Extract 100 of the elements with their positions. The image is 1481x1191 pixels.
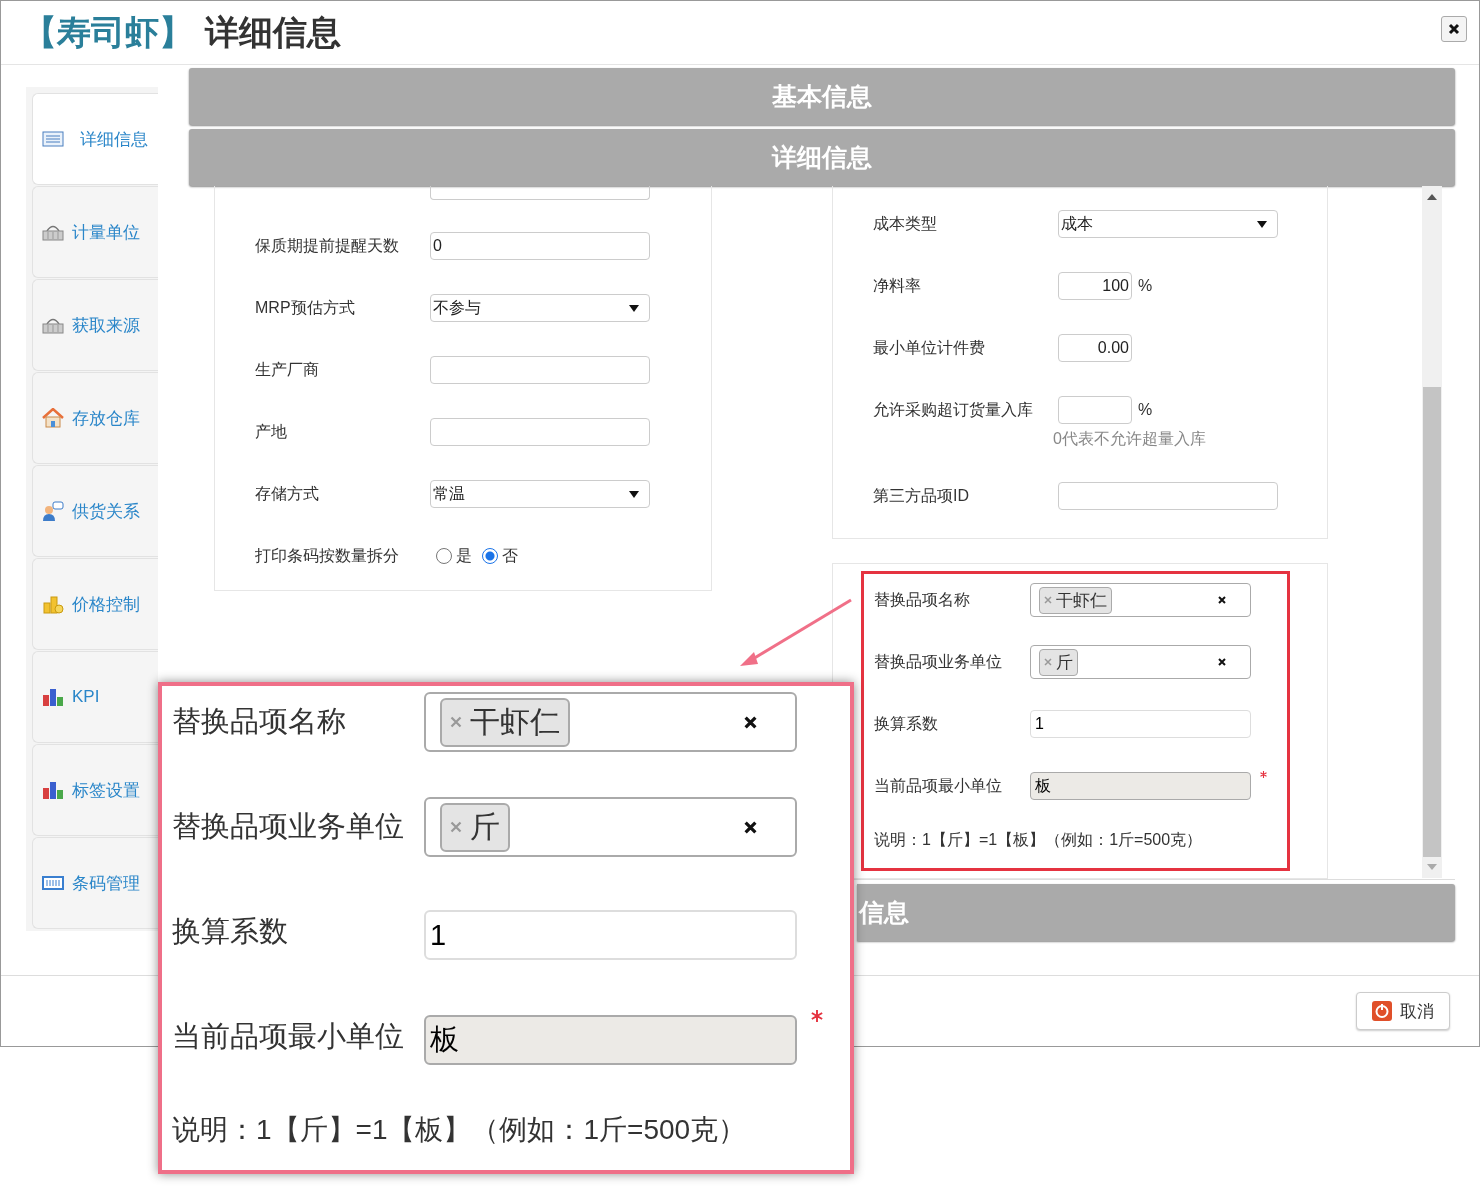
dropdown-field[interactable]: 常温 (430, 480, 650, 508)
person-chat-icon (42, 501, 64, 521)
radio-option[interactable]: 否 (482, 545, 518, 567)
clear-icon[interactable] (744, 715, 757, 729)
remove-icon[interactable] (450, 716, 462, 728)
close-icon[interactable] (1448, 22, 1460, 35)
sidebar-tab-label: 存放仓库 (72, 407, 140, 430)
tag-label: 干虾仁 (470, 703, 560, 740)
bar-chart-icon (42, 688, 64, 706)
section-title: 基本信息 (772, 81, 872, 112)
remove-icon[interactable] (1044, 596, 1052, 604)
sidebar-tab[interactable]: 获取来源 (32, 279, 158, 371)
sidebar-tab-label: 条码管理 (72, 872, 140, 895)
field-label: 替换品项名称 (874, 589, 971, 610)
hint-text: 0代表不允许超量入库 (1053, 429, 1207, 449)
house-icon (42, 408, 64, 428)
dropdown-field[interactable]: 不参与 (430, 294, 650, 322)
field-label: 保质期提前提醒天数 (255, 235, 400, 256)
field-label: 换算系数 (172, 914, 289, 949)
caret-icon (629, 490, 639, 498)
sidebar-tab[interactable]: 条码管理 (32, 837, 158, 929)
remove-icon[interactable] (450, 821, 462, 833)
field-label: 净料率 (873, 275, 922, 296)
clear-icon[interactable] (744, 820, 757, 834)
tag-label: 干虾仁 (1056, 589, 1107, 612)
power-icon[interactable] (1372, 1001, 1392, 1021)
field-label: 成本类型 (873, 213, 938, 234)
sidebar-tab[interactable]: KPI (32, 651, 158, 743)
sidebar-tab-label: 详细信息 (80, 128, 148, 151)
text-field[interactable] (430, 186, 650, 200)
close-button[interactable] (1441, 15, 1467, 42)
text-field[interactable]: 1 (1030, 710, 1251, 738)
section-title: 详细信息 (772, 142, 872, 173)
text-field[interactable]: 1 (424, 910, 797, 960)
dialog-title: 【寿司虾】 详细信息 (23, 11, 341, 53)
tag-select-field[interactable]: 干虾仁 (1030, 583, 1251, 617)
radio-button[interactable] (482, 548, 498, 564)
selected-tag[interactable]: 干虾仁 (440, 697, 570, 747)
sidebar-tab-label: KPI (72, 687, 100, 707)
number-field[interactable] (1058, 396, 1132, 424)
tag-select-field[interactable]: 斤 (424, 797, 797, 857)
text-field[interactable]: 0 (430, 232, 650, 260)
card-icon (42, 876, 64, 890)
basket-icon (42, 223, 64, 241)
tag-label: 斤 (470, 808, 500, 845)
tag-select-field[interactable]: 斤 (1030, 645, 1251, 679)
sidebar-tab-label: 计量单位 (72, 221, 140, 244)
field-label: MRP预估方式 (255, 297, 356, 318)
caret-icon (1257, 220, 1267, 228)
field-label: 替换品项名称 (172, 704, 347, 739)
clear-icon[interactable] (1218, 596, 1226, 604)
sidebar-tab[interactable]: 标签设置 (32, 744, 158, 836)
field-label: 当前品项最小单位 (172, 1019, 405, 1054)
basket-icon (42, 316, 64, 334)
selected-tag[interactable]: 干虾仁 (1039, 586, 1112, 614)
remove-icon[interactable] (1044, 658, 1052, 666)
field-label: 替换品项业务单位 (172, 809, 405, 844)
coins-icon (42, 594, 64, 614)
field-label: 产地 (255, 421, 288, 442)
scroll-down-icon[interactable] (1427, 864, 1437, 870)
radio-label: 是 (456, 545, 472, 566)
sidebar-tab[interactable]: 详细信息 (32, 93, 158, 185)
readonly-field[interactable]: 板 (1030, 772, 1251, 800)
clear-icon[interactable] (1218, 658, 1226, 666)
unit-label: % (1138, 277, 1153, 295)
field-label: 当前品项最小单位 (874, 775, 1003, 796)
readonly-field[interactable]: 板 (424, 1015, 797, 1065)
field-label: 存储方式 (255, 483, 320, 504)
scrollbar[interactable] (1422, 186, 1442, 878)
number-field[interactable]: 0.00 (1058, 334, 1132, 362)
tag-select-field[interactable]: 干虾仁 (424, 692, 797, 752)
sidebar-tab-label: 供货关系 (72, 500, 140, 523)
scrollbar-thumb[interactable] (1423, 387, 1441, 857)
section-title: 信息 (859, 897, 909, 928)
text-field[interactable] (430, 418, 650, 446)
selected-tag[interactable]: 斤 (440, 802, 510, 852)
text-field[interactable] (1058, 482, 1278, 510)
sidebar-tab[interactable]: 价格控制 (32, 558, 158, 650)
scroll-up-icon[interactable] (1427, 194, 1437, 200)
field-label: 允许采购超订货量入库 (873, 399, 1034, 420)
sidebar-tab[interactable]: 供货关系 (32, 465, 158, 557)
explanation-note: 说明：1【斤】=1【板】（例如：1斤=500克） (874, 830, 1204, 850)
field-label: 生产厂商 (255, 359, 320, 380)
field-label: 第三方品项ID (873, 485, 970, 506)
sidebar-tab-label: 价格控制 (72, 593, 140, 616)
field-label: 替换品项业务单位 (874, 651, 1003, 672)
sidebar-tab-label: 获取来源 (72, 314, 140, 337)
caret-icon (629, 304, 639, 312)
bar-chart-icon (42, 781, 64, 799)
field-label: 最小单位计件费 (873, 337, 986, 358)
dropdown-field[interactable]: 成本 (1058, 210, 1278, 238)
text-field[interactable] (430, 356, 650, 384)
explanation-note: 说明：1【斤】=1【板】（例如：1斤=500克） (172, 1113, 748, 1147)
radio-button[interactable] (436, 548, 452, 564)
number-field[interactable]: 100 (1058, 272, 1132, 300)
radio-option[interactable]: 是 (436, 545, 472, 567)
sidebar-tab[interactable]: 计量单位 (32, 186, 158, 278)
selected-tag[interactable]: 斤 (1039, 648, 1078, 676)
cancel-button[interactable]: 取消 (1356, 992, 1450, 1030)
sidebar-tab[interactable]: 存放仓库 (32, 372, 158, 464)
